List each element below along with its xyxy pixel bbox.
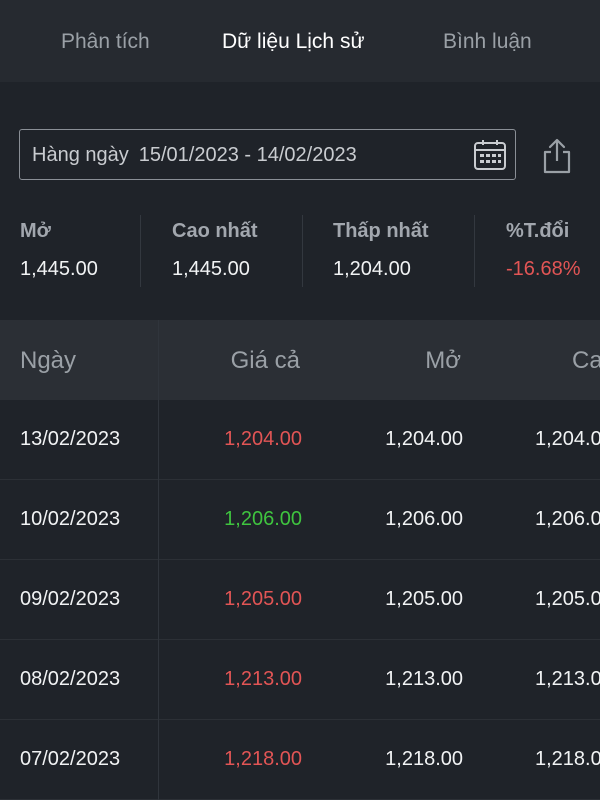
stat-open-label: Mở	[20, 220, 51, 242]
calendar-icon[interactable]	[473, 139, 507, 171]
sticky-column-divider	[158, 320, 159, 800]
table-header: Ngày Giá cả Mở Ca	[0, 320, 600, 400]
row-open: 1,213.00	[385, 668, 463, 690]
row-open: 1,206.00	[385, 508, 463, 530]
tab-historical-data[interactable]: Dữ liệu Lịch sử	[222, 30, 365, 54]
stat-high: Cao nhất 1,445.00	[172, 220, 258, 281]
column-header-price[interactable]: Giá cả	[231, 347, 300, 375]
row-open: 1,204.00	[385, 428, 463, 450]
tab-comments[interactable]: Bình luận	[443, 30, 532, 54]
stat-divider	[474, 215, 475, 287]
stat-low-value: 1,204.00	[333, 258, 411, 280]
table-row[interactable]: 13/02/2023 1,204.00 1,204.00 1,204.0	[0, 400, 600, 480]
date-range-value: 15/01/2023 - 14/02/2023	[138, 144, 357, 166]
stat-low-label: Thấp nhất	[333, 220, 429, 242]
table-row[interactable]: 10/02/2023 1,206.00 1,206.00 1,206.0	[0, 480, 600, 560]
row-date: 10/02/2023	[20, 508, 121, 530]
row-date: 09/02/2023	[20, 588, 121, 610]
table-row[interactable]: 08/02/2023 1,213.00 1,213.00 1,213.0	[0, 640, 600, 720]
stat-change: %T.đổi -16.68%	[506, 220, 581, 281]
table-row[interactable]: 07/02/2023 1,218.00 1,218.00 1,218.0	[0, 720, 600, 800]
tab-bar: Phân tích Dữ liệu Lịch sử Bình luận	[0, 0, 600, 82]
row-price: 1,206.00	[224, 508, 302, 530]
table-row[interactable]: 09/02/2023 1,205.00 1,205.00 1,205.0	[0, 560, 600, 640]
stat-open: Mở 1,445.00	[20, 220, 98, 281]
stat-high-value: 1,445.00	[172, 258, 250, 280]
period-label: Hàng ngày	[32, 144, 129, 166]
row-date: 07/02/2023	[20, 748, 121, 770]
stat-divider	[302, 215, 303, 287]
row-date: 13/02/2023	[20, 428, 121, 450]
row-price: 1,213.00	[224, 668, 302, 690]
history-table: Ngày Giá cả Mở Ca 13/02/2023 1,204.00 1,…	[0, 320, 600, 800]
row-price: 1,218.00	[224, 748, 302, 770]
share-icon[interactable]	[541, 138, 573, 174]
row-high: 1,204.0	[535, 428, 600, 450]
column-header-high[interactable]: Ca	[572, 347, 600, 375]
stat-change-value: -16.68%	[506, 258, 581, 280]
column-header-date[interactable]: Ngày	[20, 347, 76, 375]
column-header-open[interactable]: Mở	[425, 347, 461, 375]
row-price: 1,205.00	[224, 588, 302, 610]
row-open: 1,218.00	[385, 748, 463, 770]
row-high: 1,206.0	[535, 508, 600, 530]
row-high: 1,213.0	[535, 668, 600, 690]
stat-low: Thấp nhất 1,204.00	[333, 220, 429, 281]
row-date: 08/02/2023	[20, 668, 121, 690]
row-high: 1,205.0	[535, 588, 600, 610]
date-range-picker[interactable]: Hàng ngày 15/01/2023 - 14/02/2023	[19, 129, 516, 180]
row-high: 1,218.0	[535, 748, 600, 770]
row-price: 1,204.00	[224, 428, 302, 450]
historical-data-screen: Phân tích Dữ liệu Lịch sử Bình luận Hàng…	[0, 0, 600, 800]
tab-analysis[interactable]: Phân tích	[61, 30, 150, 54]
stat-high-label: Cao nhất	[172, 220, 258, 242]
row-open: 1,205.00	[385, 588, 463, 610]
date-range-text: Hàng ngày 15/01/2023 - 14/02/2023	[32, 144, 357, 167]
stat-open-value: 1,445.00	[20, 258, 98, 280]
stat-change-label: %T.đổi	[506, 220, 570, 242]
stat-divider	[140, 215, 141, 287]
